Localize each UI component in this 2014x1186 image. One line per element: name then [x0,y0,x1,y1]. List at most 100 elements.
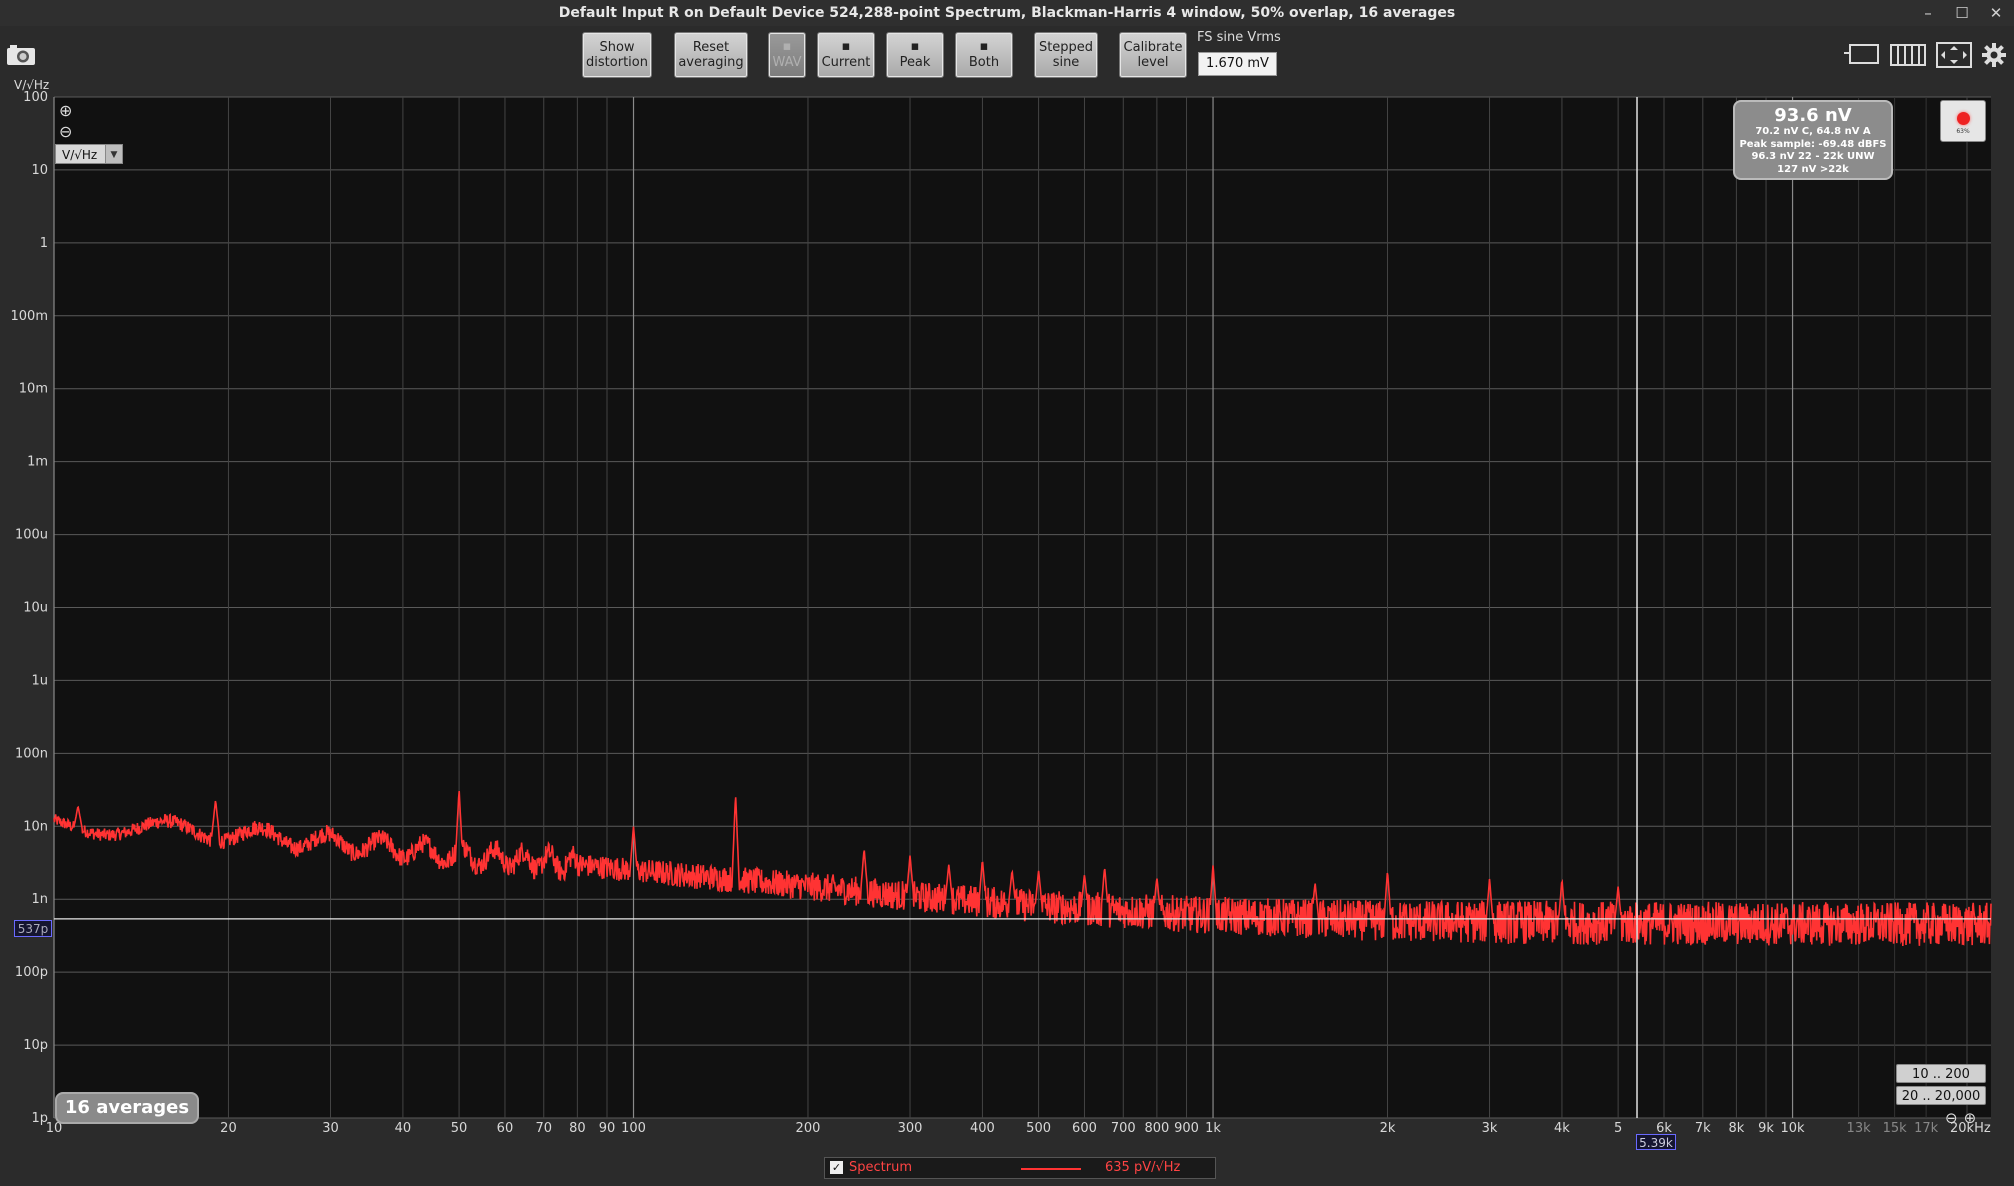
x-tick-label: 70 [535,1121,552,1136]
x-zoom-controls: ⊖⊕ [1945,1109,1982,1127]
x-tick-label: 500 [1026,1121,1051,1136]
readout-line: 96.3 nV 22 - 22k UNW [1751,151,1875,162]
window-title: Default Input R on Default Device 524,28… [558,5,1456,21]
x-tick-label: 600 [1072,1121,1097,1136]
y-tick-label: 10p [23,1038,48,1053]
range-20-20000-button[interactable]: 20 .. 20,000 [1896,1086,1986,1105]
fs-sine-value-field[interactable]: 1.670 mV [1198,52,1277,76]
legend-checkbox[interactable]: ✓ [830,1161,843,1174]
legend-line-swatch [1021,1168,1081,1170]
x-tick-label: 2k [1380,1121,1396,1136]
level-readout: 93.6 nV 70.2 nV C, 64.8 nV A Peak sample… [1733,100,1893,180]
y-tick-label: 100u [15,528,48,543]
y-tick-label: 10 [31,163,48,178]
x-tick-label: 400 [970,1121,995,1136]
y-zoom-controls: ⊕ ⊖ [59,100,72,142]
save-both-button[interactable]: ▪ Both [955,32,1013,78]
y-unit-label: V/√Hz [14,78,50,92]
y-tick-label: 1 [40,236,48,251]
reset-averaging-button[interactable]: Reset averaging [674,32,748,78]
x-tick-label: 20 [220,1121,237,1136]
x-tick-label: 200 [796,1121,821,1136]
toolbar: Show distortion Reset averaging ▪ WAV ▪ … [0,26,2014,86]
zoom-out-icon[interactable]: ⊖ [59,121,72,142]
chevron-down-icon: ▼ [105,145,122,163]
y-tick-label: 100n [15,746,48,761]
cursor-y-readout: 537p [14,920,52,937]
readout-line: 127 nV >22k [1777,163,1849,175]
maximize-button[interactable]: ☐ [1954,0,1970,26]
window-controls: – ☐ ✕ [1920,0,2004,26]
expand-icon[interactable] [1936,42,1972,68]
x-tick-label: 10k [1781,1121,1806,1136]
y-tick-label: 10m [19,382,48,397]
save-icon: ▪ [979,39,989,54]
view-controls [1844,40,2006,70]
legend: ✓ Spectrum 635 pV/√Hz [824,1157,1216,1179]
x-tick-label: 30 [322,1121,339,1136]
x-tick-label: 15k [1883,1121,1908,1136]
zoom-out-icon[interactable]: ⊖ [1945,1109,1964,1127]
x-tick-label: 800 [1144,1121,1169,1136]
save-current-button[interactable]: ▪ Current [817,32,875,78]
show-distortion-button[interactable]: Show distortion [582,32,652,78]
window-titlebar: Default Input R on Default Device 524,28… [0,0,2014,26]
x-tick-label: 5 [1614,1121,1622,1136]
range-10-200-button[interactable]: 10 .. 200 [1896,1064,1986,1083]
x-tick-label: 9k [1758,1121,1774,1136]
readout-main: 93.6 nV [1774,105,1852,126]
zoom-in-icon[interactable]: ⊕ [59,100,72,121]
x-tick-label: 300 [898,1121,923,1136]
record-icon [1957,112,1970,125]
record-button[interactable]: 63% [1940,100,1986,142]
y-tick-label: 1m [27,455,48,470]
monitor-icon[interactable] [1844,43,1880,67]
x-tick-label: 7k [1695,1121,1711,1136]
x-tick-label: 40 [395,1121,412,1136]
y-tick-label: 10n [23,819,48,834]
unit-select[interactable]: V/√Hz ▼ [55,144,123,164]
legend-series-name: Spectrum [849,1160,912,1175]
x-tick-label: 900 [1174,1121,1199,1136]
columns-icon[interactable] [1890,43,1926,67]
zoom-in-icon[interactable]: ⊕ [1964,1109,1983,1127]
x-tick-label: 80 [569,1121,586,1136]
readout-line: Peak sample: -69.48 dBFS [1739,138,1887,150]
camera-icon[interactable] [6,44,36,66]
save-peak-button[interactable]: ▪ Peak [886,32,944,78]
legend-series-value: 635 pV/√Hz [1105,1160,1181,1175]
calibrate-level-button[interactable]: Calibrate level [1119,32,1187,78]
y-axis-ticks: 100 10 1 100m 10m 1m 100u 10u 1u 100n 10n 1n 100p 10p… [11,90,48,1126]
y-tick-label: 10u [23,601,48,616]
record-percent: 63% [1956,128,1970,135]
gear-icon[interactable] [1982,43,2006,67]
minimize-button[interactable]: – [1920,0,1936,26]
y-tick-label: 100 [23,90,48,105]
x-tick-label: 50 [451,1121,468,1136]
save-icon: ▪ [841,39,851,54]
x-tick-label: 100 [621,1121,646,1136]
x-tick-label: 90 [599,1121,616,1136]
save-icon: ▪ [910,39,920,54]
readout-line: 70.2 nV C, 64.8 nV A [1755,126,1871,137]
y-tick-label: 1u [31,673,48,688]
x-tick-label: 700 [1111,1121,1136,1136]
x-tick-label: 17k [1914,1121,1939,1136]
cursor-x-readout: 5.39k [1636,1134,1676,1150]
x-tick-label: 13k [1847,1121,1872,1136]
x-tick-label: 8k [1728,1121,1744,1136]
x-axis-ticks: 10 20 30 40 50 60 70 80 90 100 200 300 400 500 600 700 8… [46,1121,1991,1136]
averages-badge: 16 averages [55,1092,199,1124]
x-tick-label: 1k [1205,1121,1221,1136]
y-tick-label: 1n [31,892,48,907]
x-tick-label: 3k [1482,1121,1498,1136]
save-icon: ▪ [782,39,792,54]
stepped-sine-button[interactable]: Stepped sine [1034,32,1098,78]
fs-sine-label: FS sine Vrms [1197,30,1281,45]
y-tick-label: 100m [11,309,48,324]
x-tick-label: 60 [497,1121,514,1136]
wav-button[interactable]: ▪ WAV [768,32,806,78]
spectrum-plot[interactable]: 100 10 1 100m 10m 1m 100u 10u 1u 100n 10n 1n 100p 10p… [0,86,2014,1186]
close-button[interactable]: ✕ [1988,0,2004,26]
x-tick-label: 4k [1554,1121,1570,1136]
